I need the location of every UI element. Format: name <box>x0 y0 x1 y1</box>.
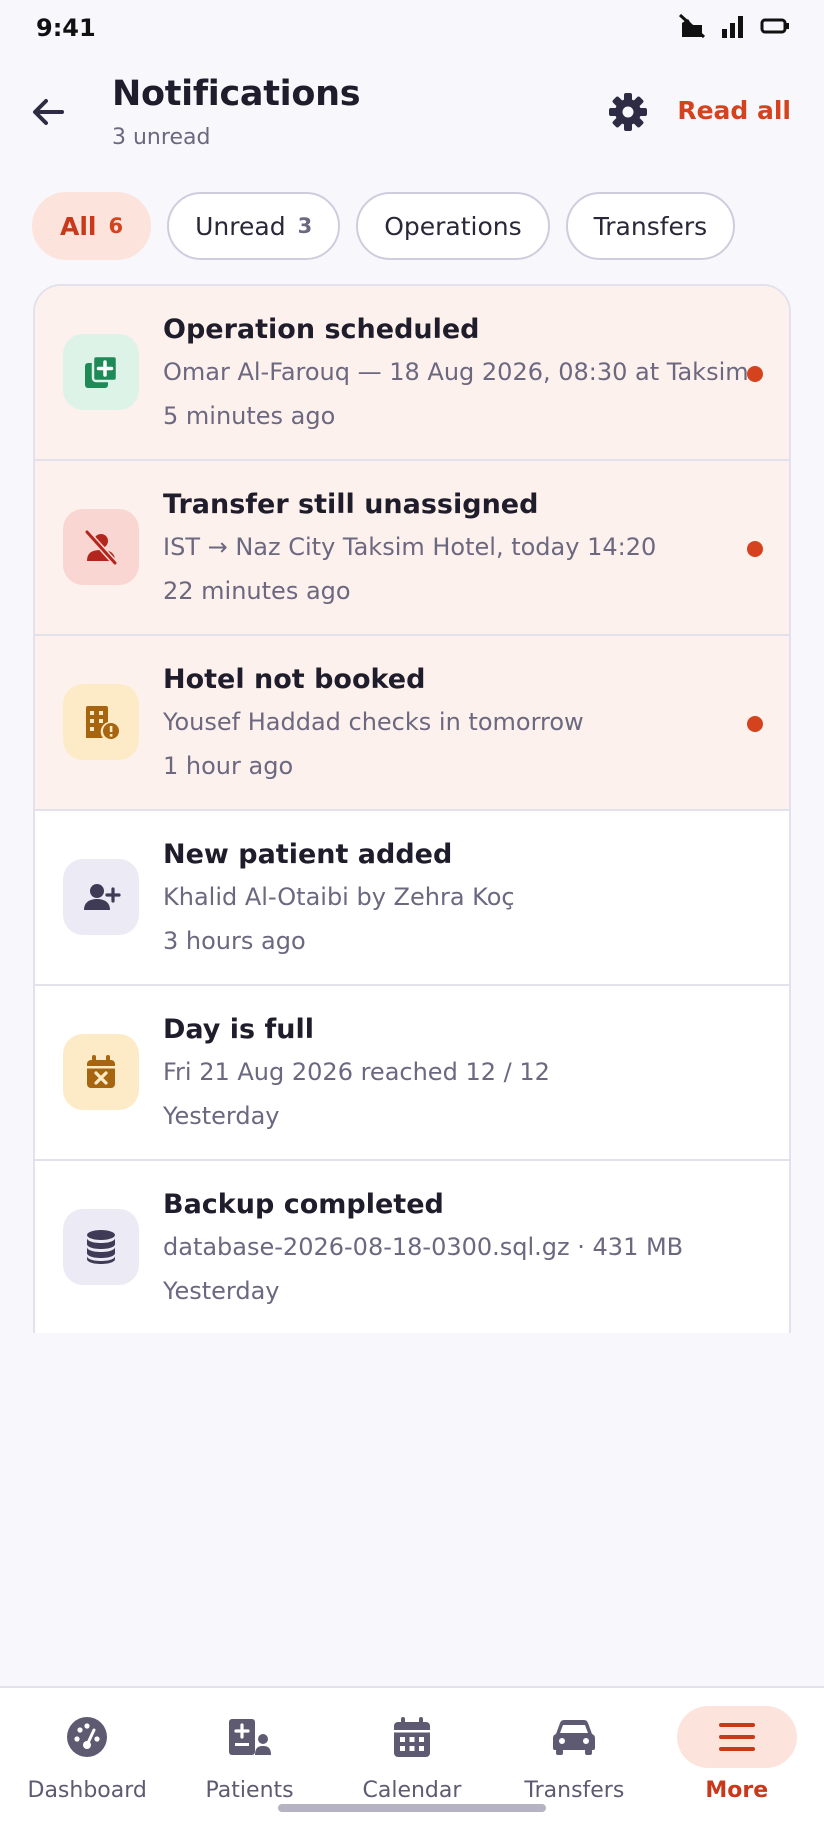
notification-description: IST → Naz City Taksim Hotel, today 14:20 <box>163 533 657 561</box>
arrow-left-icon <box>33 99 64 125</box>
unread-dot <box>747 541 763 557</box>
dashboard-icon <box>27 1706 147 1768</box>
read-all-button[interactable]: Read all <box>677 96 791 125</box>
database-icon <box>63 1209 139 1285</box>
chip-label: Transfers <box>593 211 708 241</box>
notification-description: database-2026-08-18-0300.sql.gz · 431 MB <box>163 1233 684 1261</box>
status-time: 9:41 <box>36 14 96 42</box>
page-title: Notifications <box>112 74 361 114</box>
gear-icon <box>609 93 647 131</box>
patients-icon <box>190 1706 310 1768</box>
nav-label: Calendar <box>362 1778 462 1803</box>
signal-icon <box>720 13 746 43</box>
nav-label: Dashboard <box>27 1778 147 1803</box>
back-button[interactable] <box>24 88 72 136</box>
notification-time: Yesterday <box>163 1277 280 1305</box>
add-operation-icon <box>63 334 139 410</box>
notification-list: Operation scheduled Omar Al-Farouq — 18 … <box>33 284 791 1333</box>
chip-label: Unread <box>195 211 286 241</box>
notification-time: 3 hours ago <box>163 927 306 955</box>
notification-title: Hotel not booked <box>163 664 426 695</box>
notification-item[interactable]: Operation scheduled Omar Al-Farouq — 18 … <box>35 286 789 461</box>
notification-title: New patient added <box>163 839 453 870</box>
notification-description: Khalid Al-Otaibi by Zehra Koç <box>163 883 515 911</box>
nav-label: Patients <box>205 1778 294 1803</box>
chip-count: 3 <box>297 214 313 238</box>
notification-title: Day is full <box>163 1014 315 1045</box>
nav-item-calendar[interactable]: Calendar <box>337 1688 487 1818</box>
notification-description: Omar Al-Farouq — 18 Aug 2026, 08:30 at T… <box>163 358 749 386</box>
home-indicator <box>278 1804 546 1812</box>
chip-count: 6 <box>108 214 124 238</box>
notification-title: Backup completed <box>163 1189 444 1220</box>
nav-item-dashboard[interactable]: Dashboard <box>12 1688 162 1818</box>
unread-count-subtitle: 3 unread <box>112 125 211 150</box>
chip-label: All <box>60 211 97 241</box>
notification-description: Fri 21 Aug 2026 reached 12 / 12 <box>163 1058 550 1086</box>
nav-item-patients[interactable]: Patients <box>175 1688 325 1818</box>
nav-item-transfers[interactable]: Transfers <box>499 1688 649 1818</box>
person-off-icon <box>63 509 139 585</box>
settings-button[interactable] <box>604 88 652 136</box>
notification-time: 22 minutes ago <box>163 577 351 605</box>
notification-time: 5 minutes ago <box>163 402 336 430</box>
calendar-icon <box>352 1706 472 1768</box>
unread-dot <box>747 716 763 732</box>
notification-item[interactable]: New patient added Khalid Al-Otaibi by Ze… <box>35 811 789 986</box>
notification-title: Operation scheduled <box>163 314 480 345</box>
menu-icon <box>676 1706 797 1768</box>
notification-status-icon <box>678 13 706 43</box>
filter-chip-unread[interactable]: Unread 3 <box>167 192 341 260</box>
notification-item[interactable]: Transfer still unassigned IST → Naz City… <box>35 461 789 636</box>
notification-description: Yousef Haddad checks in tomorrow <box>163 708 584 736</box>
filter-chip-all[interactable]: All 6 <box>32 192 152 260</box>
battery-icon <box>760 17 790 39</box>
nav-label: More <box>705 1778 769 1803</box>
chip-label: Operations <box>384 211 522 241</box>
notification-item[interactable]: Day is full Fri 21 Aug 2026 reached 12 /… <box>35 986 789 1161</box>
car-icon <box>514 1706 634 1768</box>
notification-time: Yesterday <box>163 1102 280 1130</box>
nav-label: Transfers <box>524 1778 625 1803</box>
notification-item[interactable]: Backup completed database-2026-08-18-030… <box>35 1161 789 1333</box>
calendar-x-icon <box>63 1034 139 1110</box>
filter-chips: All 6 Unread 3 Operations Transfers <box>32 192 736 260</box>
nav-item-more[interactable]: More <box>662 1688 812 1818</box>
status-icons <box>678 13 790 43</box>
hotel-alert-icon <box>63 684 139 760</box>
notification-item[interactable]: Hotel not booked Yousef Haddad checks in… <box>35 636 789 811</box>
app-header: Notifications 3 unread Read all <box>0 70 824 160</box>
status-bar: 9:41 <box>0 0 824 56</box>
filter-chip-operations[interactable]: Operations <box>356 192 550 260</box>
notification-title: Transfer still unassigned <box>163 489 539 520</box>
person-add-icon <box>63 859 139 935</box>
notification-time: 1 hour ago <box>163 752 294 780</box>
unread-dot <box>747 366 763 382</box>
filter-chip-transfers[interactable]: Transfers <box>565 192 736 260</box>
